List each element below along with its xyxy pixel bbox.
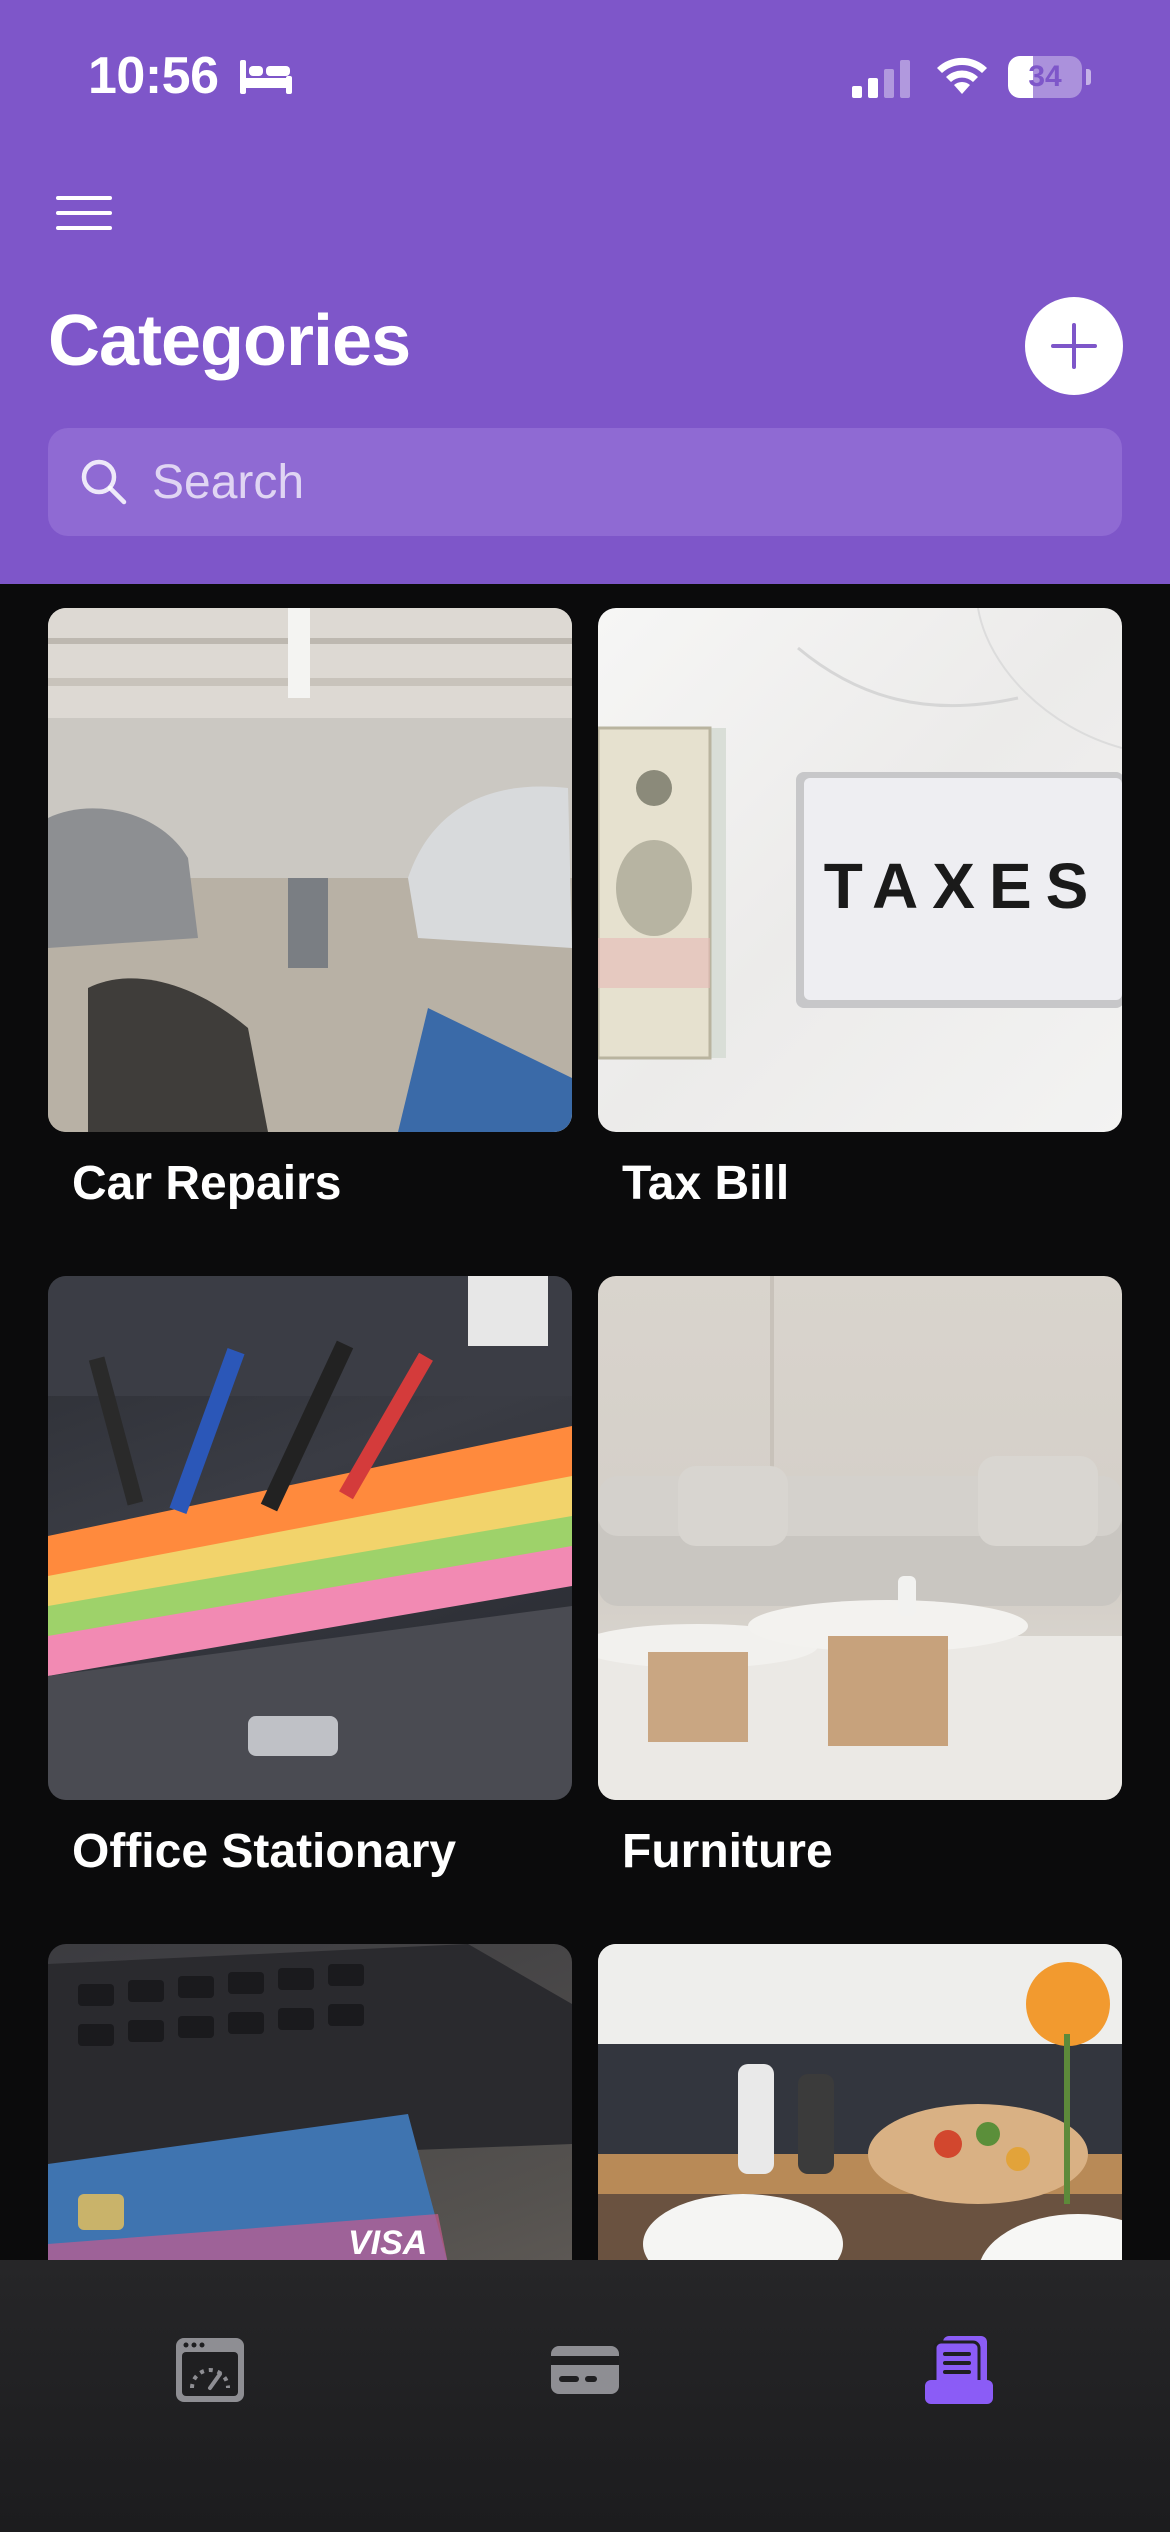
tab-categories[interactable] (899, 2320, 1019, 2440)
page-title: Categories (48, 301, 411, 381)
wifi-icon (937, 57, 987, 94)
tab-dashboard[interactable] (150, 2320, 270, 2440)
taxes-illustration: TAXES (598, 608, 1122, 1060)
status-bar: 10:56 34 (0, 0, 1170, 150)
garage-illustration (48, 608, 572, 1132)
category-label: Office Stationary (72, 1825, 457, 1878)
battery-cap (1086, 69, 1091, 85)
menu-line-bottom (56, 226, 112, 230)
menu-line-top (56, 196, 112, 200)
search-icon (81, 459, 127, 505)
status-time: 10:56 (88, 47, 219, 105)
battery-body: 34 (1008, 56, 1082, 98)
categories-screen: 10:56 34 Categories Search Car Repairs T… (0, 0, 1170, 2532)
category-label: Tax Bill (622, 1157, 790, 1210)
category-label: Car Repairs (72, 1157, 342, 1210)
header: 10:56 34 Categories Search (0, 0, 1170, 584)
hamburger-menu-icon[interactable] (48, 180, 120, 246)
cellular-signal-icon (852, 60, 910, 98)
battery-percent: 34 (1028, 60, 1062, 93)
category-grid: Car Repairs TAXES Tax Bill Office Statio… (0, 584, 1170, 2260)
battery-indicator: 34 (1008, 56, 1091, 98)
plus-icon (1051, 323, 1097, 369)
add-category-button[interactable] (1025, 297, 1123, 395)
furniture-illustration (598, 1276, 1122, 1800)
menu-line-middle (56, 211, 112, 215)
bed-icon (240, 60, 292, 94)
food-illustration (598, 1944, 1122, 2260)
pens-and-sticky-notes-photo (48, 1276, 572, 1800)
credit-card-icon (551, 2346, 619, 2394)
svg-text:VISA: VISA (348, 2224, 427, 2260)
tab-bar (0, 2260, 1170, 2532)
sofa-and-coffee-tables-photo (598, 1276, 1122, 1800)
categories-list-icon (925, 2336, 993, 2404)
stationery-illustration (48, 1276, 572, 1800)
dashboard-gauge-icon (176, 2338, 244, 2402)
credit-card-on-laptop-photo: VISA (48, 1944, 572, 2260)
svg-text:TAXES: TAXES (824, 850, 1103, 922)
taxes-lightbox-and-cash-photo: TAXES (598, 608, 1122, 1132)
credit-card-illustration: VISA (48, 1944, 572, 2260)
tab-cards[interactable] (525, 2320, 645, 2440)
category-label: Furniture (622, 1825, 833, 1878)
car-garage-photo (48, 608, 572, 1132)
search-bar[interactable] (48, 428, 1122, 536)
food-table-photo (598, 1944, 1122, 2260)
search-input[interactable] (152, 428, 1092, 536)
